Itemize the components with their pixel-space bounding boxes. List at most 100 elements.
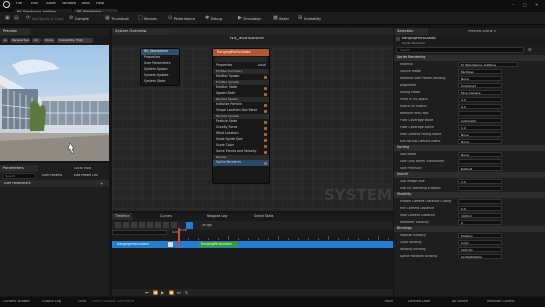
property-value[interactable]: None [458, 76, 502, 81]
track-row[interactable]: RangingParticulates RangingParticulates [112, 241, 393, 248]
tab-timeline[interactable]: Timeline [112, 213, 133, 220]
property-value[interactable]: Default [458, 166, 502, 171]
menu-tools[interactable]: Tools [81, 2, 90, 6]
maximize-icon[interactable]: □ [523, 2, 527, 7]
property-value[interactable]: 0.0 [458, 104, 502, 109]
step-back-icon[interactable]: ⏪ [153, 290, 158, 295]
trace-button[interactable]: Trace [384, 300, 393, 303]
scalability-button[interactable]: ⊞ Scalability [296, 15, 323, 22]
menu-file[interactable]: File [16, 2, 22, 6]
play-icon[interactable]: ▶ [161, 290, 164, 295]
simulation-button[interactable]: ▶ Simulation [236, 15, 263, 22]
system-node[interactable]: NS_Standalone Properties User Parameters… [140, 48, 180, 86]
emitter-clip[interactable]: RangingParticulates [199, 242, 237, 247]
property-value[interactable]: None [458, 132, 502, 137]
show-chip[interactable]: Show [43, 38, 55, 43]
property-value[interactable]: None [458, 139, 502, 144]
enable-checkbox-icon[interactable] [264, 132, 267, 136]
param-filter[interactable]: User Params [42, 174, 62, 177]
tab-local-mod[interactable]: Local Mod [74, 167, 91, 170]
unreal-logo-icon[interactable] [3, 1, 10, 8]
enable-checkbox-icon[interactable] [264, 109, 267, 113]
debug-button[interactable]: ✱ Debug [203, 15, 224, 22]
filter-icon[interactable] [123, 222, 129, 228]
loop-playback-icon[interactable]: ↻ [185, 290, 188, 295]
all-saved-indicator[interactable]: All Saved [452, 300, 468, 303]
param-search-input[interactable]: Search [2, 173, 36, 179]
baker-button[interactable]: ▩ Baker [271, 15, 291, 22]
tab-parameters[interactable]: Parameters [0, 165, 38, 172]
performance-button[interactable]: ⊙ Performance [166, 15, 197, 22]
tab-script-stats[interactable]: Script Stats [251, 213, 277, 220]
enable-checkbox-icon[interactable] [264, 150, 267, 154]
output-log-button[interactable]: Output Log [42, 300, 61, 303]
details-back-icon[interactable] [396, 37, 400, 41]
tab-niagara-log[interactable]: Niagara Log [204, 213, 230, 220]
minimize-icon[interactable]: – [512, 2, 514, 7]
menu-help[interactable]: Help [96, 2, 104, 6]
add-icon[interactable]: + [100, 181, 103, 186]
save-icon[interactable]: ▣ [3, 15, 12, 22]
cmd-selector[interactable]: Cmd [78, 300, 86, 303]
enable-checkbox-icon[interactable] [264, 161, 267, 165]
close-icon[interactable]: ✕ [535, 2, 538, 7]
auto-key-icon[interactable] [171, 222, 177, 228]
emitter-node[interactable]: RangingParticulates Properties Local Emitt… [212, 48, 270, 184]
details-search-input[interactable]: Search [396, 47, 524, 53]
apply-close-button[interactable]: Apply & Close [38, 15, 66, 22]
loop-icon[interactable] [131, 222, 137, 228]
menu-window[interactable]: Window [62, 2, 76, 6]
viewport-menu-icon[interactable]: ≡ [2, 38, 8, 43]
enable-checkbox-icon[interactable] [264, 75, 267, 79]
details-options-icon[interactable]: ⚙ [528, 47, 532, 52]
property-value[interactable]: 1.0 [458, 125, 502, 130]
tab-preview[interactable]: Preview [0, 28, 30, 35]
property-value[interactable]: 0.0 [458, 206, 502, 211]
revision-control-button[interactable]: Revision Control [487, 300, 515, 303]
tab-curves[interactable]: Curves [157, 213, 175, 220]
lit-chip[interactable]: Lit [32, 38, 41, 43]
timeline-search-input[interactable] [112, 230, 167, 235]
property-value[interactable] [458, 111, 502, 116]
enable-checkbox-icon[interactable] [264, 103, 267, 107]
menu-edit[interactable]: Edit [31, 2, 38, 6]
menu-asset[interactable]: Asset [46, 2, 56, 6]
compile-button[interactable]: ⚙ Compile [67, 15, 91, 22]
camera-icon[interactable] [155, 222, 161, 228]
property-value[interactable]: Face Camera [458, 90, 502, 95]
property-value[interactable]: 1000.0 [458, 213, 502, 218]
property-value[interactable]: 1.0 [458, 179, 502, 184]
property-value[interactable]: M_Standalone_Additive [458, 62, 518, 67]
property-value[interactable]: Color [458, 240, 502, 245]
property-value[interactable]: SpriteRotation [458, 254, 502, 259]
enable-checkbox-icon[interactable] [264, 86, 267, 90]
step-forward-icon[interactable]: ⏩ [169, 290, 174, 295]
property-value[interactable]: Position [458, 233, 502, 238]
perspective-chip[interactable]: Perspective [10, 38, 30, 43]
content-drawer-button[interactable]: Content Drawer [3, 300, 30, 303]
thumbnail-button[interactable]: ▦ Thumbnail [103, 15, 131, 22]
bounds-button[interactable]: ▢ Bounds [136, 15, 159, 22]
property-value[interactable]: Particles [458, 69, 502, 74]
property-value[interactable] [458, 199, 502, 204]
system-overview-graph[interactable]: System Overview NS_Standalone SYSTEM NS_… [112, 28, 393, 211]
edit-param-list-button[interactable]: Edit Param List [74, 174, 98, 177]
browse-icon[interactable]: ▤ [12, 15, 21, 22]
property-value[interactable]: Automatic [458, 118, 502, 123]
property-value[interactable]: Velocity [458, 247, 502, 252]
property-value[interactable]: Unaligned [458, 83, 502, 88]
key-icon[interactable] [147, 222, 153, 228]
property-value[interactable] [458, 159, 502, 164]
user-params-row[interactable]: User Parameters + [0, 180, 109, 187]
tab-system-overview[interactable]: System Overview [112, 28, 170, 35]
magnet-icon[interactable] [186, 222, 193, 229]
property-value[interactable]: None [458, 152, 502, 157]
enable-checkbox-icon[interactable] [264, 144, 267, 148]
tab-preview-scene-settings[interactable]: Preview Scene S [468, 30, 496, 33]
to-end-icon[interactable]: ⏭ [177, 290, 181, 295]
track-enable-checkbox[interactable] [168, 242, 173, 247]
scalability-chip[interactable]: Scalability: High [57, 38, 93, 43]
enable-checkbox-icon[interactable] [264, 126, 267, 130]
enable-checkbox-icon[interactable] [264, 120, 267, 124]
system-node-row[interactable]: System State [141, 79, 179, 85]
